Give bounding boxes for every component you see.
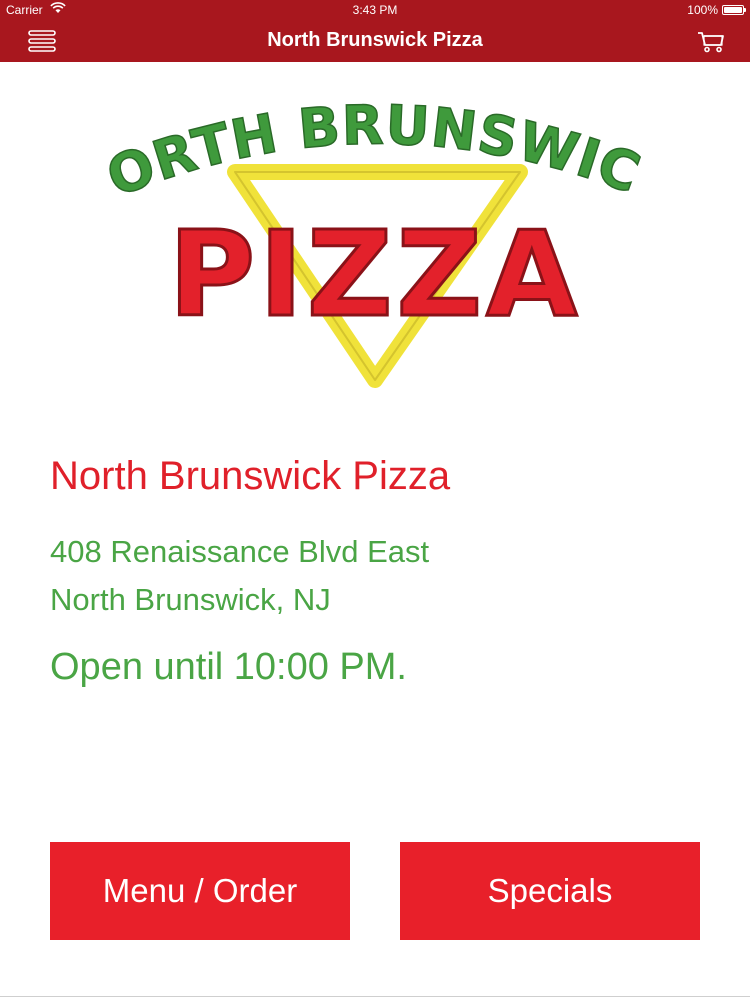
top-bar: Carrier 3:43 PM 100% North Brunswick Piz…	[0, 0, 750, 62]
logo-top-text: NORTH BRUNSWICK	[90, 80, 649, 209]
store-hours: Open until 10:00 PM.	[50, 646, 407, 688]
specials-button[interactable]: Specials	[400, 842, 700, 940]
page-title: North Brunswick Pizza	[267, 29, 483, 51]
battery-fill	[724, 7, 742, 13]
battery-icon	[722, 5, 746, 15]
status-bar: Carrier 3:43 PM 100%	[0, 0, 750, 20]
navigation-bar: North Brunswick Pizza	[0, 20, 750, 62]
address-line-1: 408 Renaissance Blvd East	[50, 534, 430, 569]
address-line-2: North Brunswick, NJ	[50, 582, 331, 617]
battery-indicator: 100%	[687, 3, 746, 17]
store-info: North Brunswick Pizza 408 Renaissance Bl…	[50, 450, 710, 692]
logo-main-text: PIZZA	[169, 205, 582, 343]
restaurant-logo: NORTH BRUNSWICK PIZZA	[66, 29, 660, 400]
store-name: North Brunswick Pizza	[50, 454, 451, 498]
status-time: 3:43 PM	[352, 3, 398, 17]
bottom-divider	[0, 996, 750, 997]
menu-order-button[interactable]: Menu / Order	[50, 842, 350, 940]
store-address: 408 Renaissance Blvd East North Brunswic…	[50, 528, 710, 624]
cart-icon[interactable]	[696, 28, 726, 54]
battery-percent: 100%	[687, 3, 718, 17]
